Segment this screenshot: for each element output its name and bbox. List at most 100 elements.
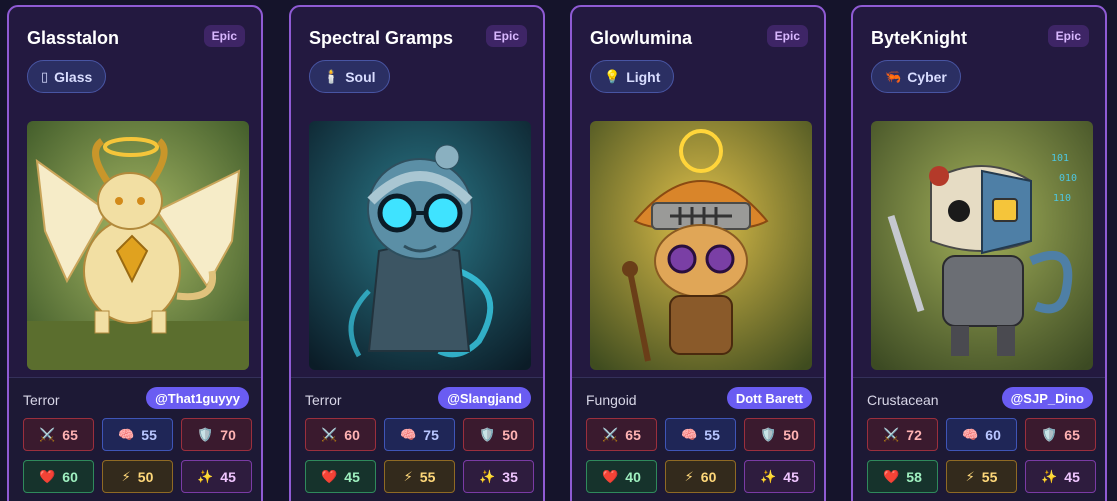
class-label: Crustacean xyxy=(867,392,939,408)
heart-icon: ❤️ xyxy=(602,468,619,484)
type-pill: 🕯️ Soul xyxy=(309,60,390,93)
creature-card[interactable]: Glowlumina Epic 💡 Light Fungoid Dott Bar… xyxy=(570,5,826,501)
defense-value: 50 xyxy=(502,426,518,443)
heart-icon: ❤️ xyxy=(321,468,338,484)
magic-stat: ✨ 45 xyxy=(744,460,815,493)
speed-stat: ⚡ 55 xyxy=(946,460,1017,493)
heart-icon: ❤️ xyxy=(39,468,56,484)
class-label: Terror xyxy=(305,392,342,408)
shield-icon: 🛡️ xyxy=(760,426,777,442)
shield-icon: 🛡️ xyxy=(479,426,496,442)
sparkles-icon: ✨ xyxy=(1041,468,1058,484)
intellect-value: 75 xyxy=(423,426,439,443)
shield-icon: 🛡️ xyxy=(197,426,214,442)
card-footer: Terror @Slangjand ⚔️ 60 🧠 75 🛡️ 50 ❤️ 45 ⚡ 55… xyxy=(291,377,543,501)
speed-stat: ⚡ 55 xyxy=(384,460,455,493)
defense-value: 50 xyxy=(783,426,799,443)
svg-text:101: 101 xyxy=(1051,153,1069,164)
health-value: 40 xyxy=(625,468,641,485)
intellect-stat: 🧠 75 xyxy=(384,418,455,451)
card-footer: Crustacean @SJP_Dino ⚔️ 72 🧠 60 🛡️ 65 ❤️ 58 … xyxy=(853,377,1105,501)
card-footer: Terror @That1guyyy ⚔️ 65 🧠 55 🛡️ 70 ❤️ 60 ⚡ 5… xyxy=(9,377,261,501)
defense-stat: 🛡️ 70 xyxy=(181,418,252,451)
speed-stat: ⚡ 60 xyxy=(665,460,736,493)
brain-icon: 🧠 xyxy=(400,426,417,442)
creator-badge[interactable]: @Slangjand xyxy=(438,387,531,409)
sparkles-icon: ✨ xyxy=(197,468,214,484)
card-footer: Fungoid Dott Barett ⚔️ 65 🧠 55 🛡️ 50 ❤️ 40 ⚡… xyxy=(572,377,824,501)
type-label: Soul xyxy=(345,68,376,85)
brain-icon: 🧠 xyxy=(962,426,979,442)
defense-stat: 🛡️ 50 xyxy=(463,418,534,451)
creature-art xyxy=(309,121,531,370)
brain-icon: 🧠 xyxy=(118,426,135,442)
creature-art: 101 010 110 xyxy=(871,121,1093,370)
attack-stat: ⚔️ 65 xyxy=(586,418,657,451)
health-value: 60 xyxy=(62,468,78,485)
attack-value: 72 xyxy=(906,426,922,443)
shrimp-icon: 🦐 xyxy=(885,68,902,84)
creator-badge[interactable]: Dott Barett xyxy=(726,387,812,409)
attack-stat: ⚔️ 60 xyxy=(305,418,376,451)
swords-icon: ⚔️ xyxy=(321,426,338,442)
creature-art xyxy=(27,121,249,370)
creature-card[interactable]: Glasstalon Epic ▯ Glass Terror @That1guy… xyxy=(7,5,263,501)
card-name: Glowlumina xyxy=(590,28,693,48)
lightning-icon: ⚡ xyxy=(965,468,975,484)
magic-stat: ✨ 35 xyxy=(463,460,534,493)
type-pill: ▯ Glass xyxy=(27,60,107,93)
creator-badge[interactable]: @That1guyyy xyxy=(146,387,249,409)
type-pill: 💡 Light xyxy=(590,60,675,93)
creature-art xyxy=(590,121,812,370)
swords-icon: ⚔️ xyxy=(883,426,900,442)
creator-badge[interactable]: @SJP_Dino xyxy=(1001,387,1093,409)
card-name: Glasstalon xyxy=(27,28,120,48)
class-label: Fungoid xyxy=(586,392,637,408)
defense-value: 70 xyxy=(220,426,236,443)
attack-value: 65 xyxy=(62,426,78,443)
defense-stat: 🛡️ 50 xyxy=(744,418,815,451)
intellect-stat: 🧠 55 xyxy=(665,418,736,451)
rarity-badge: Epic xyxy=(485,25,527,47)
magic-value: 45 xyxy=(783,468,799,485)
candle-icon: 🕯️ xyxy=(323,68,340,84)
speed-value: 55 xyxy=(981,468,998,485)
shield-icon: 🛡️ xyxy=(1041,426,1058,442)
magic-value: 35 xyxy=(502,468,518,485)
attack-value: 65 xyxy=(625,426,641,443)
type-pill: 🦐 Cyber xyxy=(871,60,961,93)
swords-icon: ⚔️ xyxy=(602,426,619,442)
creature-card[interactable]: Spectral Gramps Epic 🕯️ Soul Terror @Sla… xyxy=(289,5,545,501)
health-stat: ❤️ 40 xyxy=(586,460,657,493)
intellect-stat: 🧠 55 xyxy=(102,418,173,451)
magic-stat: ✨ 45 xyxy=(1025,460,1096,493)
defense-stat: 🛡️ 65 xyxy=(1025,418,1096,451)
lightning-icon: ⚡ xyxy=(684,468,694,484)
sparkles-icon: ✨ xyxy=(760,468,777,484)
sparkles-icon: ✨ xyxy=(479,468,496,484)
lightbulb-icon: 💡 xyxy=(604,68,621,84)
lightning-icon: ⚡ xyxy=(121,468,131,484)
type-label: Glass xyxy=(54,68,93,85)
rarity-badge: Epic xyxy=(1047,25,1089,47)
intellect-value: 55 xyxy=(141,426,157,443)
swords-icon: ⚔️ xyxy=(39,426,56,442)
magic-stat: ✨ 45 xyxy=(181,460,252,493)
magic-value: 45 xyxy=(1064,468,1080,485)
speed-stat: ⚡ 50 xyxy=(102,460,173,493)
svg-text:110: 110 xyxy=(1053,193,1071,204)
defense-value: 65 xyxy=(1064,426,1080,443)
attack-stat: ⚔️ 72 xyxy=(867,418,938,451)
intellect-value: 60 xyxy=(985,426,1001,443)
type-label: Light xyxy=(626,68,661,85)
type-label: Cyber xyxy=(907,68,947,85)
speed-value: 60 xyxy=(700,468,717,485)
card-name: Spectral Gramps xyxy=(309,28,454,48)
svg-text:010: 010 xyxy=(1059,173,1077,184)
lightning-icon: ⚡ xyxy=(403,468,413,484)
creature-card[interactable]: ByteKnight Epic 🦐 Cyber 101 010 110 Crus… xyxy=(851,5,1107,501)
brain-icon: 🧠 xyxy=(681,426,698,442)
health-stat: ❤️ 60 xyxy=(23,460,94,493)
health-value: 45 xyxy=(344,468,360,485)
rarity-badge: Epic xyxy=(766,25,808,47)
